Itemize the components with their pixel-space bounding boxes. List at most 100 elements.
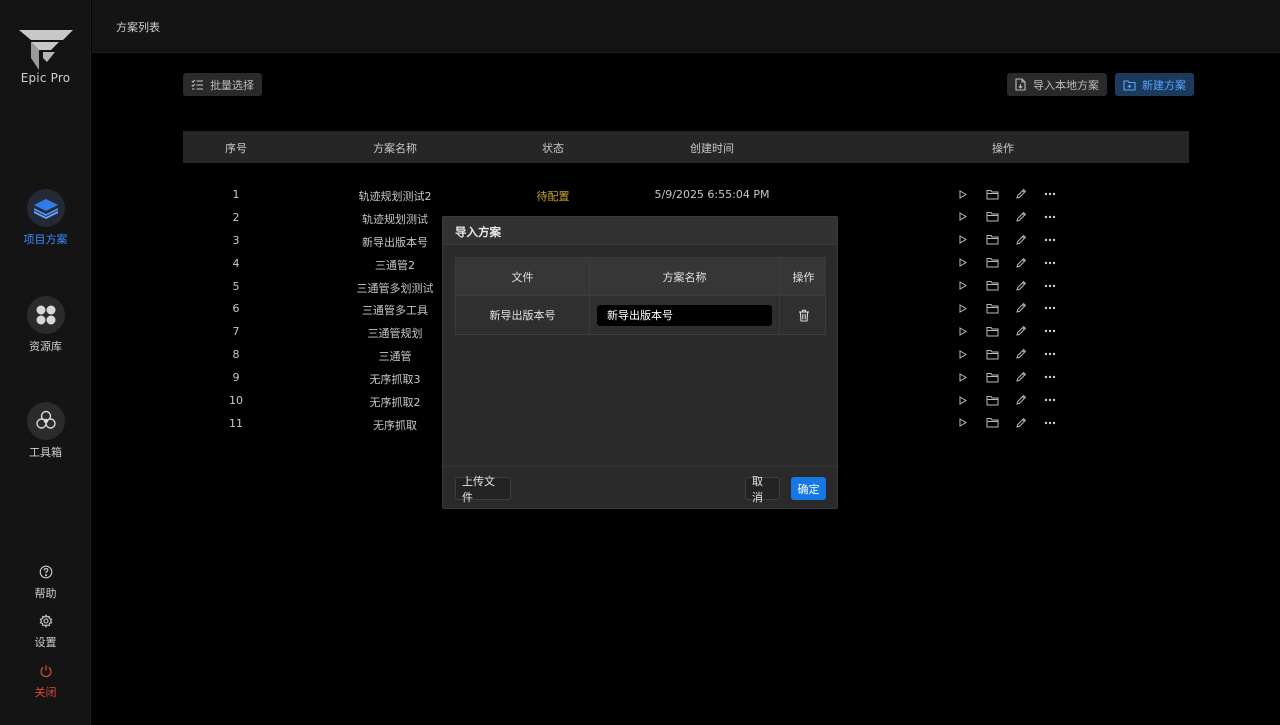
folder-icon[interactable] (984, 393, 1000, 407)
folder-icon[interactable] (984, 233, 1000, 247)
more-icon[interactable] (1042, 370, 1058, 384)
more-icon[interactable] (1042, 279, 1058, 293)
more-icon[interactable] (1042, 301, 1058, 315)
more-icon[interactable] (1042, 324, 1058, 338)
import-table: 文件 方案名称 操作 新导出版本号 (455, 257, 826, 335)
sidebar-item-label: 项目方案 (23, 233, 68, 246)
play-icon[interactable] (955, 324, 971, 338)
row-index: 11 (229, 416, 243, 430)
row-name: 三通管规划 (367, 327, 423, 341)
folder-icon[interactable] (984, 370, 1000, 384)
sidebar-item-resources[interactable]: 资源库 (0, 296, 91, 354)
more-icon[interactable] (1042, 233, 1058, 247)
row-index: 5 (232, 279, 240, 293)
delete-button[interactable] (780, 296, 827, 334)
folder-icon[interactable] (984, 187, 1000, 201)
pencil-icon[interactable] (1013, 324, 1029, 338)
column-header-plan-name: 方案名称 (590, 258, 780, 295)
row-name: 三通管多工具 (362, 304, 428, 318)
folder-icon[interactable] (984, 256, 1000, 270)
row-index: 8 (232, 348, 240, 362)
row-index: 1 (232, 188, 240, 201)
settings-button[interactable]: 设置 (0, 613, 91, 650)
pencil-icon[interactable] (1013, 256, 1029, 270)
row-actions (955, 416, 1058, 430)
confirm-button[interactable]: 确定 (791, 477, 826, 500)
play-icon[interactable] (955, 233, 971, 247)
row-name: 三通管2 (375, 258, 415, 272)
column-header-status: 状态 (542, 142, 564, 155)
help-label: 帮助 (34, 587, 57, 600)
sidebar-item-projects[interactable]: 项目方案 (0, 189, 91, 247)
row-name: 三通管多划测试 (356, 281, 434, 295)
column-header-actions: 操作 (992, 142, 1014, 155)
pencil-icon[interactable] (1013, 233, 1029, 247)
folder-icon[interactable] (984, 347, 1000, 361)
play-icon[interactable] (955, 256, 971, 270)
import-table-header: 文件 方案名称 操作 (456, 258, 825, 296)
folder-icon[interactable] (984, 279, 1000, 293)
import-plan-dialog: 导入方案 文件 方案名称 操作 新导出版本号 新导出版本号 上传文件 取消 确定 (442, 216, 838, 509)
app-name: Epic Pro (20, 71, 71, 85)
close-button[interactable]: 关闭 (0, 663, 91, 700)
play-icon[interactable] (955, 279, 971, 293)
row-actions (955, 301, 1058, 315)
row-actions (955, 210, 1058, 224)
upload-file-button[interactable]: 上传文件 (455, 475, 511, 504)
more-icon[interactable] (1042, 210, 1058, 224)
folder-icon[interactable] (984, 416, 1000, 430)
pencil-icon[interactable] (1013, 210, 1029, 224)
epic-logo-icon (18, 30, 73, 70)
row-actions (955, 324, 1058, 338)
dialog-title: 导入方案 (443, 217, 837, 245)
pencil-icon[interactable] (1013, 370, 1029, 384)
more-icon[interactable] (1042, 256, 1058, 270)
pencil-icon[interactable] (1013, 416, 1029, 430)
pencil-icon[interactable] (1013, 301, 1029, 315)
new-plan-label: 新建方案 (1142, 78, 1186, 92)
play-icon[interactable] (955, 187, 971, 201)
pencil-icon[interactable] (1013, 187, 1029, 201)
row-name: 无序抓取3 (369, 373, 421, 387)
sidebar-item-toolbox[interactable]: 工具箱 (0, 402, 91, 460)
pencil-icon[interactable] (1013, 347, 1029, 361)
cancel-button[interactable]: 取消 (745, 475, 780, 504)
row-index: 3 (232, 233, 240, 247)
play-icon[interactable] (955, 416, 971, 430)
play-icon[interactable] (955, 347, 971, 361)
plan-name-input[interactable] (597, 304, 772, 326)
more-icon[interactable] (1042, 416, 1058, 430)
play-icon[interactable] (955, 210, 971, 224)
new-plan-button[interactable]: 新建方案 (1115, 73, 1194, 96)
folder-icon[interactable] (984, 210, 1000, 224)
table-row[interactable]: 1 轨迹规划测试2 待配置 5/9/2025 6:55:04 PM (183, 183, 1189, 206)
folder-icon[interactable] (984, 301, 1000, 315)
row-name: 新导出版本号 (362, 235, 428, 249)
settings-label: 设置 (34, 636, 57, 649)
play-icon[interactable] (955, 301, 971, 315)
more-icon[interactable] (1042, 187, 1058, 201)
plan-name-cell (590, 296, 780, 334)
play-icon[interactable] (955, 370, 971, 384)
row-index: 6 (232, 302, 240, 316)
more-icon[interactable] (1042, 393, 1058, 407)
batch-select-button[interactable]: 批量选择 (183, 73, 262, 96)
column-header-operation: 操作 (792, 270, 815, 284)
folder-icon[interactable] (984, 324, 1000, 338)
row-index: 9 (232, 371, 240, 385)
checklist-icon (191, 79, 203, 90)
row-actions (955, 233, 1058, 247)
page-title: 方案列表 (116, 21, 160, 34)
import-local-button[interactable]: 导入本地方案 (1007, 73, 1107, 96)
close-label: 关闭 (34, 686, 57, 699)
row-name: 轨迹规划测试 (362, 212, 428, 226)
status-badge: 待配置 (536, 190, 570, 203)
help-button[interactable]: 帮助 (0, 564, 91, 601)
play-icon[interactable] (955, 393, 971, 407)
folder-plus-icon (1123, 79, 1136, 91)
more-icon[interactable] (1042, 347, 1058, 361)
pencil-icon[interactable] (1013, 393, 1029, 407)
app-window: Epic Pro 项目方案 资源库 工具箱 帮助 设置 关闭 方案列表 批量选择… (0, 0, 1280, 725)
import-file-name: 新导出版本号 (456, 296, 590, 334)
pencil-icon[interactable] (1013, 279, 1029, 293)
